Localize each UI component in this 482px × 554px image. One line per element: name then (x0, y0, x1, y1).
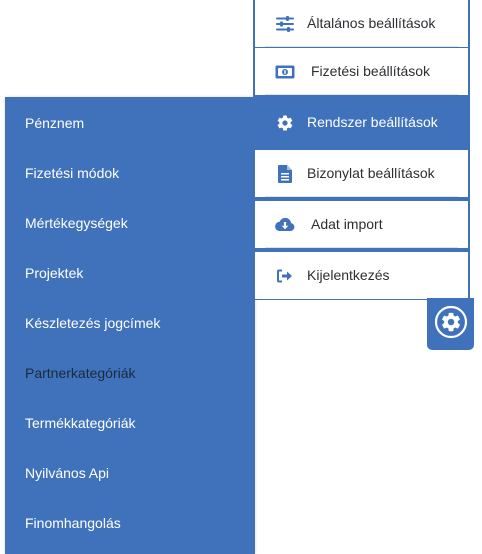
submenu-item-currency[interactable]: Pénznem (25, 113, 84, 133)
menu-item-logout[interactable]: Kijelentkezés (255, 252, 468, 299)
document-icon (275, 164, 295, 184)
menu-item-payment-settings[interactable]: Fizetési beállítások (255, 48, 468, 95)
money-bill-icon (275, 62, 295, 82)
sliders-icon (275, 14, 295, 34)
divider (265, 196, 458, 197)
menu-item-document-settings[interactable]: Bizonylat beállítások (255, 150, 468, 197)
submenu-item-projects[interactable]: Projektek (25, 263, 83, 283)
submenu-item-units[interactable]: Mértékegységek (25, 213, 128, 233)
submenu-item-payment-methods[interactable]: Fizetési módok (25, 163, 119, 183)
settings-toggle-button[interactable] (427, 298, 474, 350)
submenu-item-partner-categories[interactable]: Partnerkategóriák (25, 363, 136, 383)
divider (265, 94, 458, 95)
menu-item-label: Kijelentkezés (307, 267, 390, 283)
submenu-item-inventory-titles[interactable]: Készletezés jogcímek (25, 313, 160, 333)
cloud-download-icon (275, 215, 295, 235)
gear-icon (434, 305, 468, 344)
menu-item-system-settings[interactable]: Rendszer beállítások (255, 99, 468, 146)
submenu-item-fine-tuning[interactable]: Finomhangolás (25, 513, 121, 533)
divider (265, 247, 458, 248)
page: Pénznem Fizetési módok Mértékegységek Pr… (0, 0, 482, 554)
sign-out-icon (275, 266, 295, 286)
menu-item-label: Bizonylat beállítások (307, 165, 435, 181)
system-settings-submenu: Pénznem Fizetési módok Mértékegységek Pr… (5, 97, 255, 554)
gear-icon (275, 113, 295, 133)
settings-dropdown: Általános beállítások Fizetési beállítás… (253, 0, 470, 300)
submenu-item-product-categories[interactable]: Termékkategóriák (25, 413, 136, 433)
menu-item-label: Általános beállítások (307, 15, 436, 31)
menu-item-label: Adat import (311, 216, 383, 232)
menu-item-general-settings[interactable]: Általános beállítások (255, 0, 468, 47)
divider (265, 46, 458, 47)
menu-item-label: Rendszer beállítások (307, 114, 438, 130)
submenu-item-public-api[interactable]: Nyilvános Api (25, 463, 109, 483)
menu-item-data-import[interactable]: Adat import (255, 201, 468, 248)
menu-item-label: Fizetési beállítások (311, 63, 431, 79)
